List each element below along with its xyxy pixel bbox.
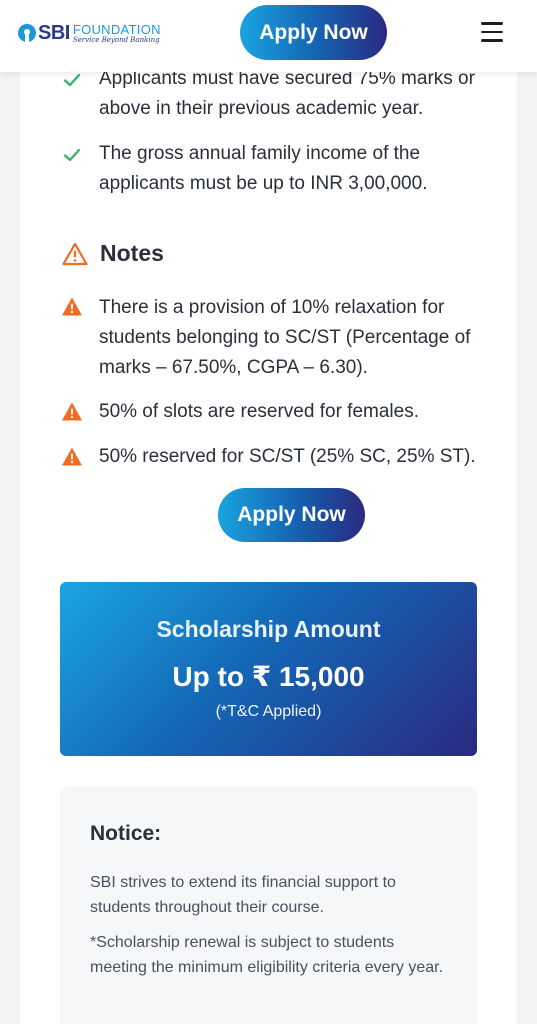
header-apply-now-button[interactable]: Apply Now [240,5,387,60]
notice-box: Notice: SBI strives to extend its financ… [60,786,477,1024]
sbi-foundation-logo[interactable]: SBI FOUNDATION Service Beyond Banking [18,20,161,46]
logo-foundation: FOUNDATION [72,21,161,37]
notes-heading: Notes [62,240,164,267]
warning-filled-icon [62,448,82,466]
scholarship-title: Scholarship Amount [156,616,381,642]
notice-paragraph: SBI strives to extend its financial supp… [90,874,396,916]
notes-item: 50% reserved for SC/ST (25% SC, 25% ST). [99,446,476,467]
sbi-logo-icon [18,24,36,42]
apply-now-button[interactable]: Apply Now [218,488,365,542]
notes-item: There is a provision of 10% relaxation f… [99,297,471,378]
scholarship-amount-box: Scholarship Amount Up to ₹ 15,000 (*T&C … [60,582,477,756]
warning-outline-icon [62,242,88,265]
check-icon [63,73,81,87]
eligibility-item: The gross annual family income of the ap… [99,143,428,194]
warning-filled-icon [62,298,82,316]
eligibility-item: Applicants must have secured 75% marks o… [99,68,475,119]
logo-brand: SBI [38,21,70,44]
check-icon [63,148,81,162]
notice-paragraph: *Scholarship renewal is subject to stude… [90,934,444,976]
notice-title: Notice: [90,822,162,845]
notes-item: 50% of slots are reserved for females. [99,401,419,422]
terms-note: (*T&C Applied) [215,703,322,720]
scholarship-amount: Up to ₹ 15,000 [172,661,365,692]
notes-title: Notes [100,240,164,266]
hamburger-icon[interactable] [481,22,503,42]
warning-filled-icon [62,403,82,421]
logo-tagline: Service Beyond Banking [72,35,160,44]
site-header: SBI FOUNDATION Service Beyond Banking Ap… [0,0,537,72]
